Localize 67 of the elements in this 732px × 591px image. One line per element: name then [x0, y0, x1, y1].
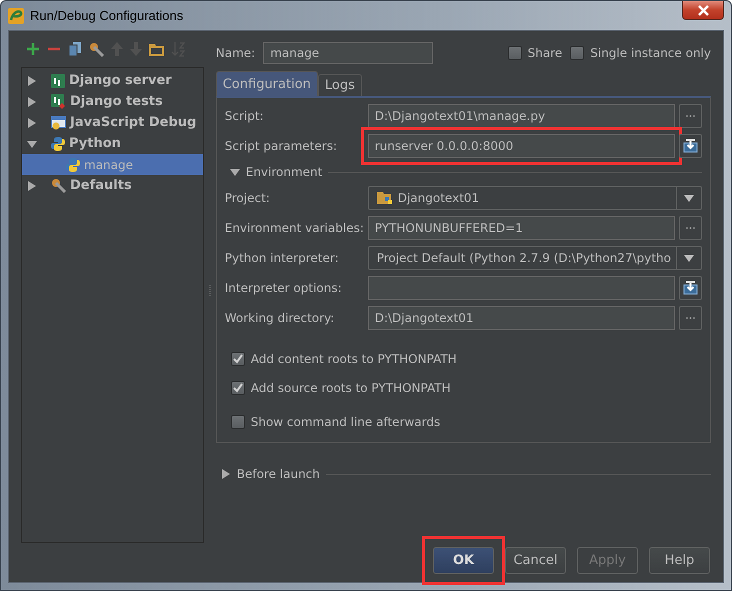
expand-toggle-icon[interactable]	[27, 76, 37, 86]
dropdown[interactable]: Project Default (Python 2.7.9 (D:\Python27\pytho	[368, 246, 702, 270]
section-title: Environment	[246, 165, 322, 179]
checkbox[interactable]	[570, 46, 584, 60]
tree-item[interactable]: Django tests	[22, 91, 204, 112]
window-title: Run/Debug Configurations	[30, 8, 184, 23]
remove-icon[interactable]	[47, 47, 61, 51]
wrench-icon	[51, 178, 66, 193]
expand-toggle-icon[interactable]	[27, 138, 37, 148]
dropdown[interactable]: Djangotext01	[368, 186, 702, 210]
splitter-handle-icon[interactable]	[208, 285, 211, 297]
close-button[interactable]	[682, 1, 724, 20]
checkbox-label: Add source roots to PYTHONPATH	[250, 380, 451, 394]
field-label: Environment variables:	[224, 221, 365, 235]
text-field[interactable]: D:\Djangotext01	[368, 306, 675, 330]
checkbox[interactable]	[230, 352, 245, 366]
text-field[interactable]: PYTHONUNBUFFERED=1	[368, 216, 675, 240]
checkbox-label: Single instance only	[590, 46, 711, 60]
django-icon	[51, 74, 65, 88]
expand-toggle-icon[interactable]	[220, 469, 231, 479]
copy-icon[interactable]	[68, 41, 82, 57]
tree-item[interactable]: JavaScript Debug	[22, 112, 204, 133]
checkbox-label: Share	[528, 46, 562, 60]
checkbox[interactable]	[508, 46, 522, 60]
browser-debug-icon	[51, 116, 66, 130]
field-label: Script parameters:	[224, 139, 338, 153]
caret-icon	[684, 194, 694, 202]
folder-icon[interactable]	[149, 42, 164, 56]
dialog-button[interactable]: Help	[649, 547, 710, 574]
tree-item[interactable]: Python	[22, 133, 204, 154]
field-label: Python interpreter:	[224, 251, 340, 265]
django-test-icon	[51, 94, 66, 109]
insert-macro-button[interactable]	[679, 276, 702, 300]
insert-macro-button[interactable]	[679, 134, 702, 158]
python-icon	[66, 158, 80, 172]
field-label: Working directory:	[224, 311, 336, 325]
tree-item[interactable]: Django server	[22, 70, 204, 91]
dialog-button[interactable]: Cancel	[505, 547, 566, 574]
checkbox[interactable]	[230, 380, 245, 394]
tree-item[interactable]: Defaults	[22, 175, 204, 196]
app-logo-icon	[8, 8, 24, 24]
close-icon	[696, 4, 710, 16]
wrench-icon[interactable]	[89, 42, 104, 56]
name-label: Name:	[216, 46, 256, 60]
checkbox[interactable]	[230, 414, 245, 428]
python-icon	[51, 136, 65, 150]
section-title[interactable]: Before launch	[236, 467, 320, 481]
expand-toggle-icon[interactable]	[27, 118, 37, 128]
field-label: Interpreter options:	[224, 281, 343, 295]
dialog-button[interactable]: OK	[433, 547, 494, 574]
caret-icon	[684, 254, 694, 262]
insert-icon	[683, 139, 698, 153]
expand-toggle-icon[interactable]	[27, 96, 37, 106]
text-field[interactable]	[368, 276, 675, 300]
tab[interactable]: Logs	[318, 74, 362, 96]
add-icon[interactable]	[26, 42, 40, 56]
field-label: Script:	[224, 109, 265, 123]
checkbox-label: Show command line afterwards	[250, 414, 440, 428]
insert-icon	[683, 281, 698, 295]
project-folder-icon	[376, 191, 393, 205]
text-field[interactable]: D:\Djangotext01\manage.py	[368, 104, 675, 128]
expand-toggle-icon[interactable]	[230, 167, 240, 177]
name-field[interactable]: manage	[263, 42, 434, 64]
expand-toggle-icon[interactable]	[27, 180, 37, 190]
tab[interactable]: Configuration	[216, 71, 318, 96]
checkbox-label: Add content roots to PYTHONPATH	[250, 352, 457, 366]
field-label: Project:	[224, 191, 271, 205]
